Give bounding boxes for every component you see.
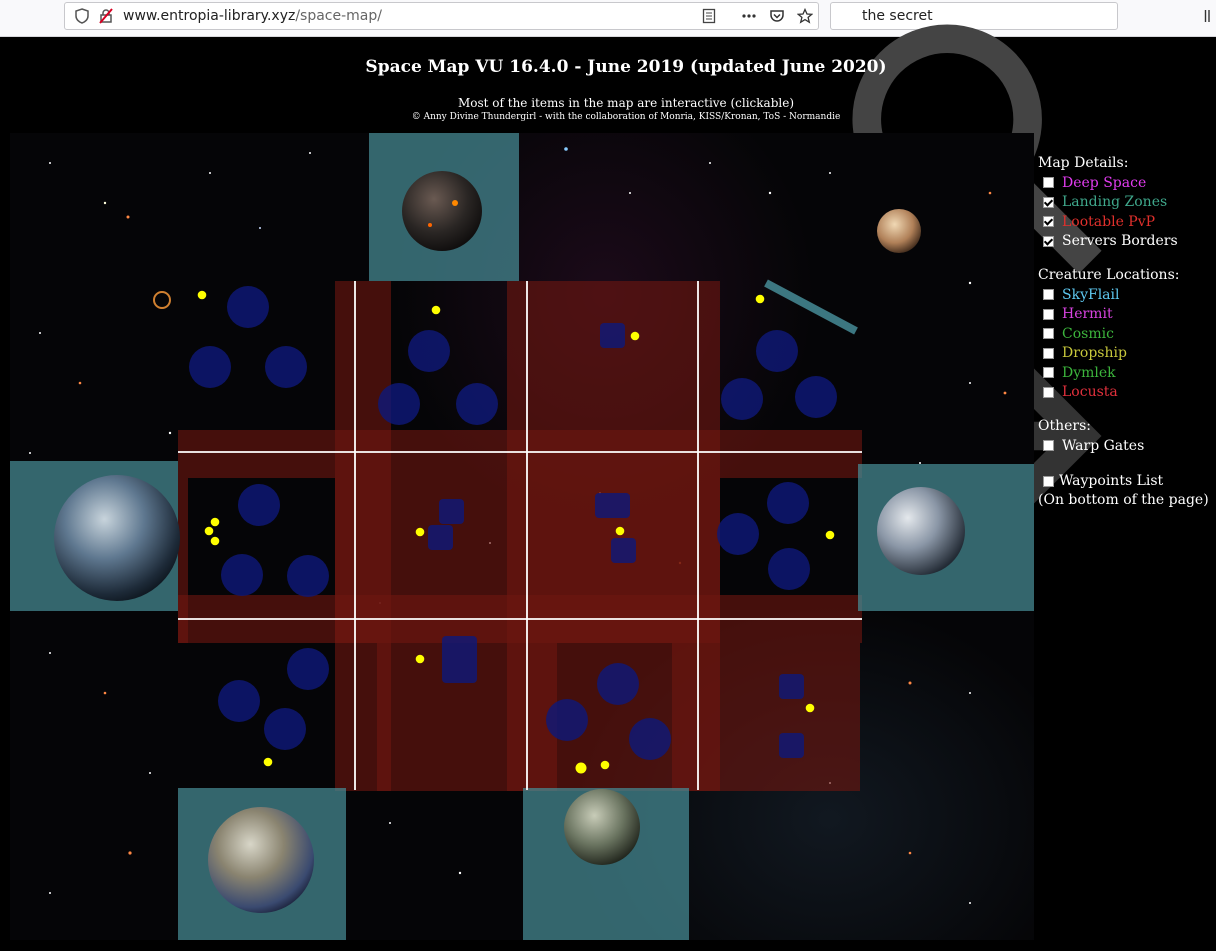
option-landing-zones[interactable]: Landing Zones <box>1038 193 1216 213</box>
option-label: Hermit <box>1062 306 1113 323</box>
checkbox[interactable] <box>1043 216 1054 228</box>
checkbox[interactable] <box>1043 440 1054 452</box>
search-input[interactable]: the secret <box>862 8 933 24</box>
checkbox[interactable] <box>1043 475 1054 487</box>
checkbox[interactable] <box>1043 308 1054 320</box>
pocket-icon[interactable] <box>769 8 785 24</box>
checkbox[interactable] <box>1043 235 1054 247</box>
option-label: Servers Borders <box>1062 233 1178 250</box>
option-label: Dymlek <box>1062 364 1116 381</box>
option-label: Warp Gates <box>1062 437 1145 454</box>
browser-toolbar: www.entropia-library.xyz/space-map/ the … <box>0 0 1216 536</box>
map-options-panel: Map Details: Deep Space Landing Zones Lo… <box>1038 154 1216 510</box>
planet-right-icon[interactable] <box>877 487 965 575</box>
option-label: Cosmic <box>1062 325 1114 342</box>
option-waypoints-list[interactable]: Waypoints List <box>1038 472 1216 492</box>
planet-top-right-icon[interactable] <box>877 209 921 253</box>
page-subtitle: Most of the items in the map are interac… <box>457 96 795 110</box>
station-beam <box>764 279 858 335</box>
checkbox[interactable] <box>1043 177 1054 189</box>
option-label: Locusta <box>1062 384 1118 401</box>
option-warp-gates[interactable]: Warp Gates <box>1038 436 1216 456</box>
reader-view-icon[interactable] <box>701 8 717 24</box>
search-bar[interactable]: the secret <box>830 2 1118 536</box>
option-dymlek[interactable]: Dymlek <box>1038 363 1216 383</box>
space-map[interactable] <box>10 133 1034 940</box>
planet-bottom-left-icon[interactable] <box>208 807 314 913</box>
checkbox[interactable] <box>1043 386 1054 398</box>
option-label: Waypoints List <box>1059 473 1164 490</box>
planet-top-icon[interactable] <box>402 171 482 251</box>
checkbox[interactable] <box>1043 347 1054 359</box>
checkbox[interactable] <box>1043 196 1054 208</box>
option-label: Deep Space <box>1062 174 1147 191</box>
space-map-canvas[interactable] <box>10 133 1034 940</box>
option-cosmic[interactable]: Cosmic <box>1038 324 1216 344</box>
planet-bottom-icon[interactable] <box>564 789 640 865</box>
option-label: Landing Zones <box>1062 194 1168 211</box>
creature-heading: Creature Locations: <box>1038 267 1180 283</box>
planet-calypso-icon[interactable] <box>54 475 180 601</box>
pvp-zone[interactable] <box>178 430 862 478</box>
checkbox[interactable] <box>1043 289 1054 301</box>
option-lootable-pvp[interactable]: Lootable PvP <box>1038 212 1216 232</box>
map-details-heading: Map Details: <box>1038 155 1129 171</box>
option-label: Lootable PvP <box>1062 213 1156 230</box>
option-locusta[interactable]: Locusta <box>1038 383 1216 403</box>
waypoints-note: (On bottom of the page) <box>1038 492 1209 508</box>
library-icon[interactable] <box>1204 8 1214 24</box>
option-label: SkyFlail <box>1062 286 1120 303</box>
option-dropship[interactable]: Dropship <box>1038 344 1216 364</box>
shield-icon[interactable] <box>74 8 90 24</box>
insecure-lock-icon[interactable] <box>98 8 114 24</box>
checkbox[interactable] <box>1043 367 1054 379</box>
bookmark-star-icon[interactable] <box>797 8 813 24</box>
space-station-icon[interactable] <box>153 291 171 309</box>
option-deep-space[interactable]: Deep Space <box>1038 173 1216 193</box>
page-title: Space Map VU 16.4.0 - June 2019 (updated… <box>365 57 887 77</box>
option-servers-borders[interactable]: Servers Borders <box>1038 232 1216 252</box>
page-actions-icon[interactable] <box>741 8 757 24</box>
option-hermit[interactable]: Hermit <box>1038 305 1216 325</box>
others-heading: Others: <box>1038 418 1091 434</box>
page-credits: © Anny Divine Thundergirl - with the col… <box>411 112 841 122</box>
option-skyflail[interactable]: SkyFlail <box>1038 285 1216 305</box>
address-bar[interactable]: www.entropia-library.xyz/space-map/ <box>64 2 819 30</box>
option-label: Dropship <box>1062 345 1127 362</box>
url-text[interactable]: www.entropia-library.xyz/space-map/ <box>123 8 382 24</box>
pvp-zone[interactable] <box>672 643 860 791</box>
checkbox[interactable] <box>1043 328 1054 340</box>
